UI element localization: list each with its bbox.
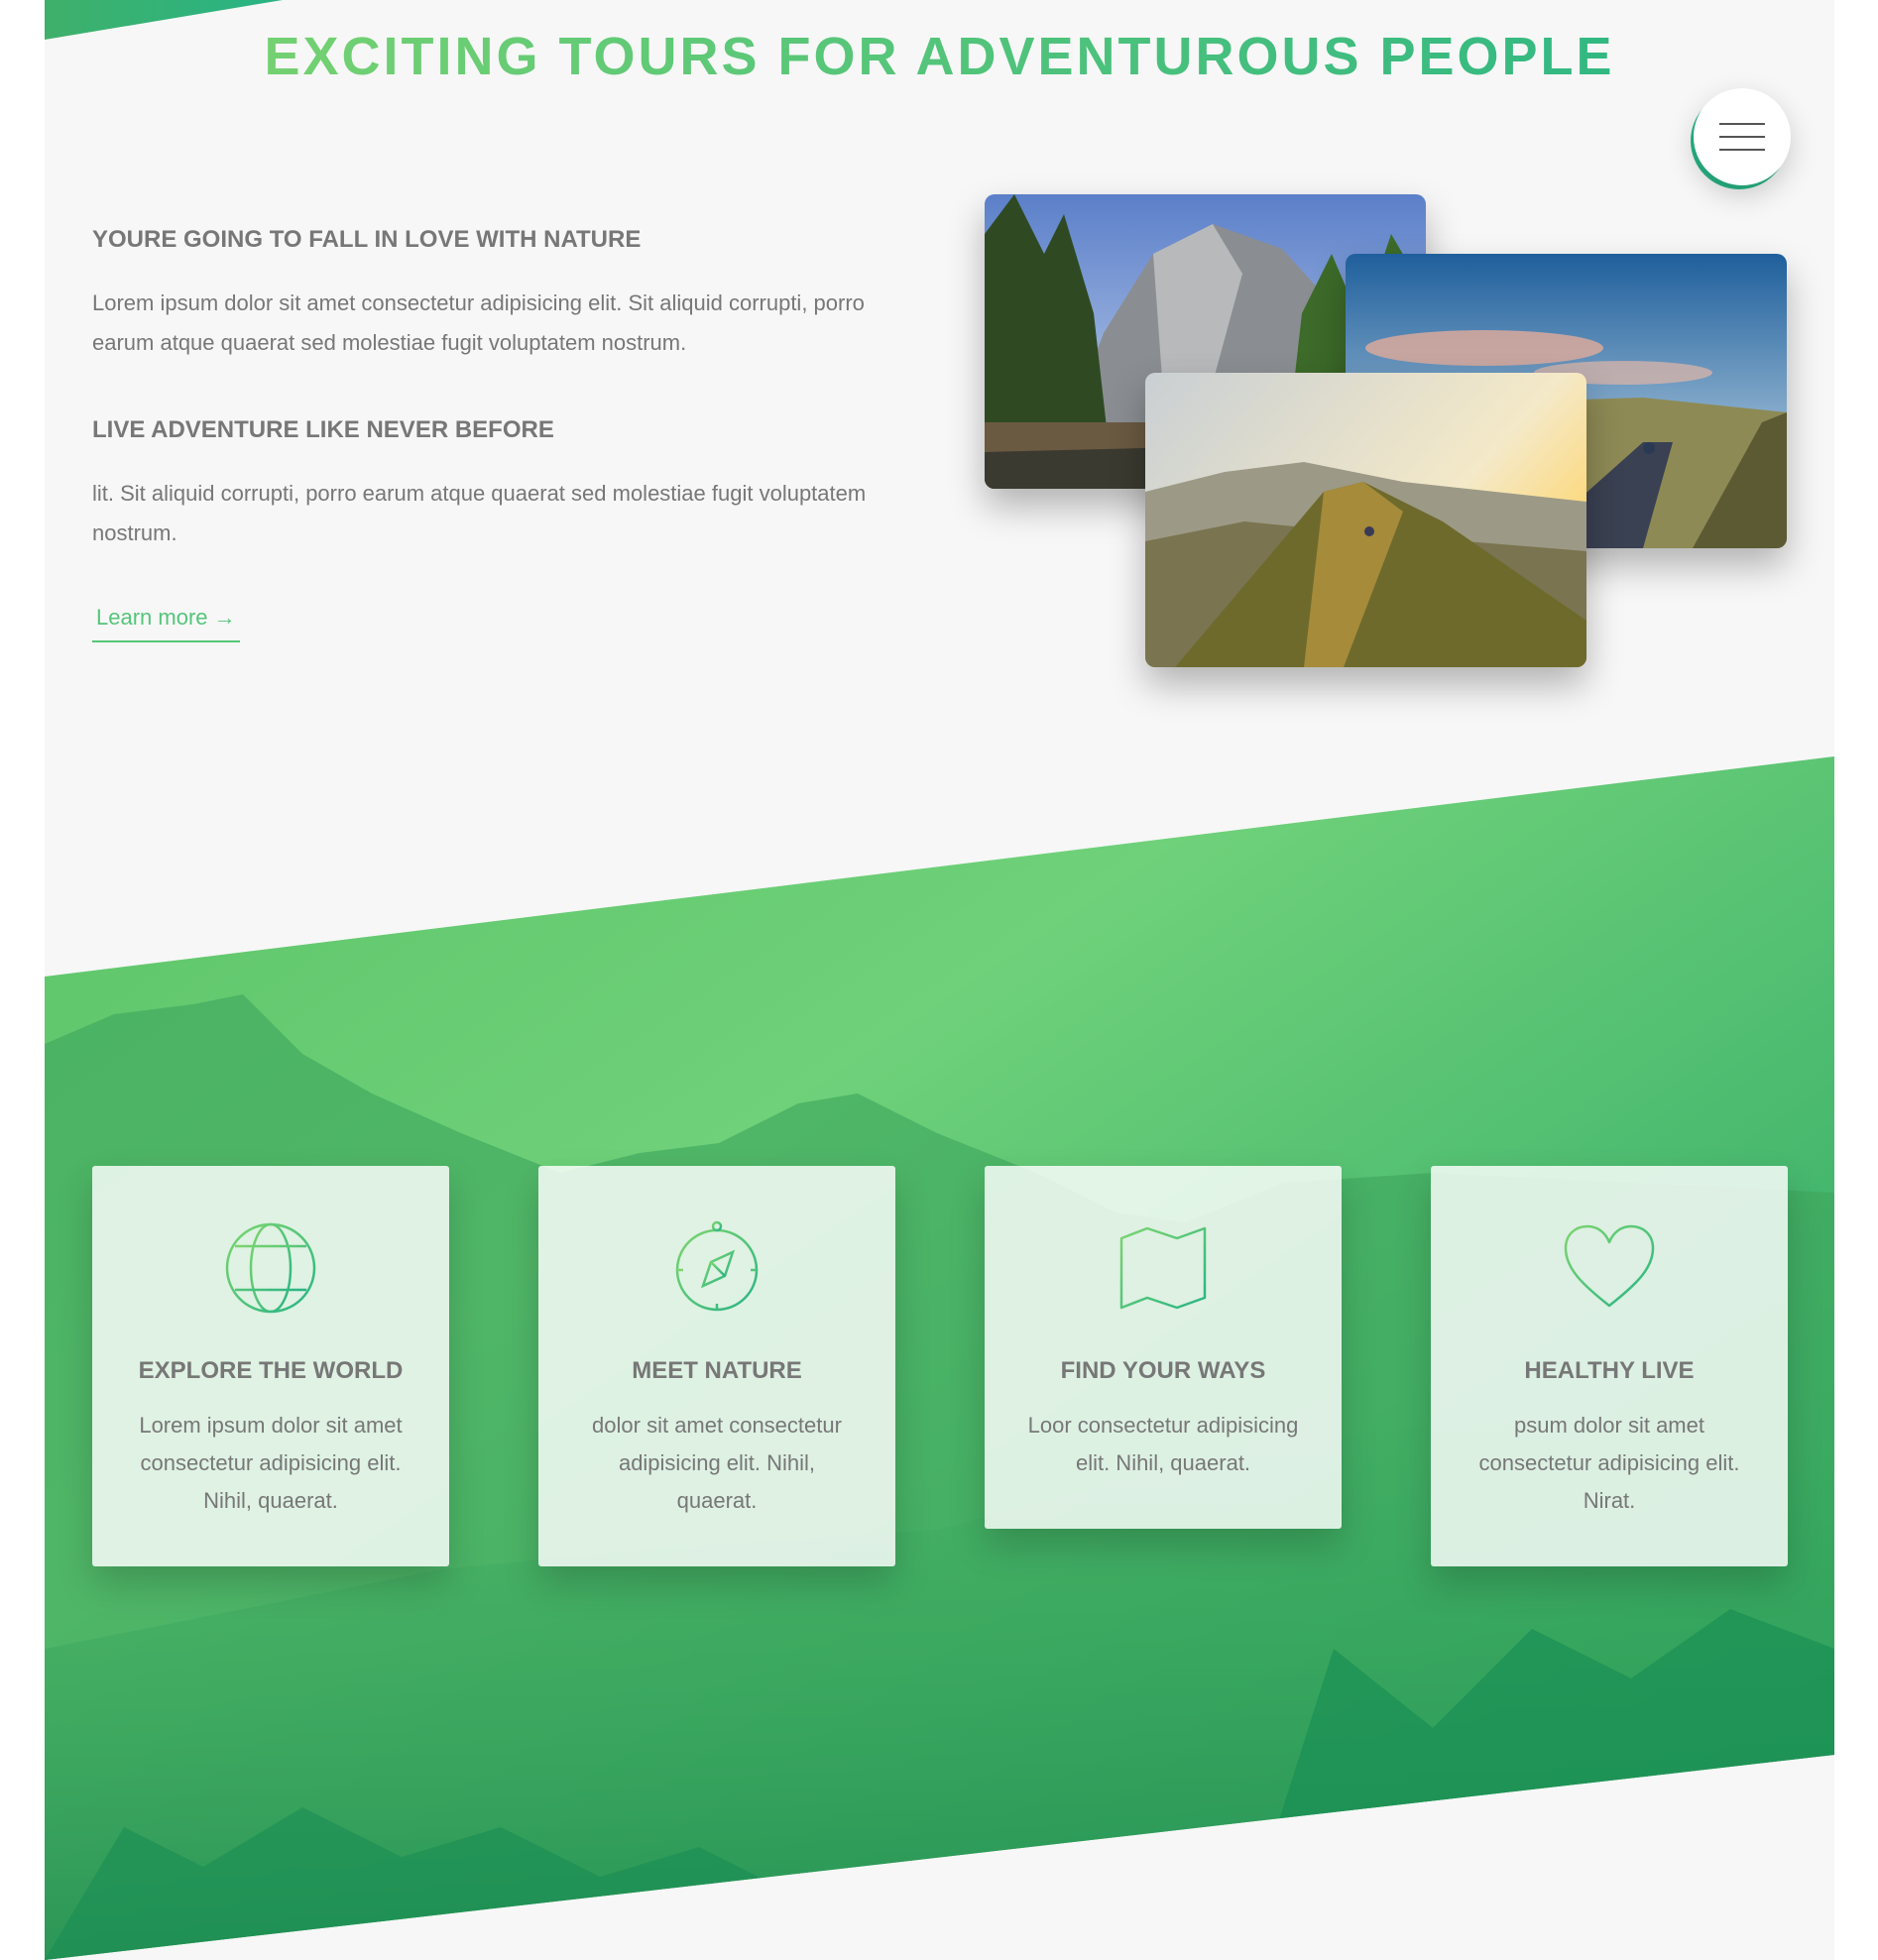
feature-card-healthy-live: HEALTHY LIVE psum dolor sit amet consect… — [1431, 1166, 1788, 1566]
feature-title: FIND YOUR WAYS — [1060, 1357, 1266, 1384]
page-title: EXCITING TOURS FOR ADVENTUROUS PEOPLE — [45, 26, 1834, 87]
heart-icon — [1564, 1224, 1655, 1308]
feature-text: dolor sit amet consectetur adipisicing e… — [592, 1413, 842, 1513]
menu-button[interactable] — [1694, 88, 1791, 185]
compass-icon — [675, 1220, 759, 1312]
feature-card-meet-nature: MEET NATURE dolor sit amet consectetur a… — [538, 1166, 895, 1566]
hamburger-menu-icon-line — [1719, 136, 1765, 138]
about-heading-1: YOURE GOING TO FALL IN LOVE WITH NATURE — [92, 226, 642, 253]
feature-title: EXPLORE THE WORLD — [138, 1357, 404, 1384]
page: EXCITING TOURS FOR ADVENTUROUS PEOPLE YO… — [45, 0, 1834, 1960]
about-heading-2: LIVE ADVENTURE LIKE NEVER BEFORE — [92, 416, 554, 443]
globe-icon — [225, 1222, 316, 1314]
feature-card-explore: EXPLORE THE WORLD Lorem ipsum dolor sit … — [92, 1166, 449, 1566]
about-section: YOURE GOING TO FALL IN LOVE WITH NATURE … — [92, 226, 925, 642]
feature-title: MEET NATURE — [632, 1357, 802, 1384]
features-section: EXPLORE THE WORLD Lorem ipsum dolor sit … — [45, 756, 1834, 1960]
feature-text: Lorem ipsum dolor sit amet consectetur a… — [139, 1413, 403, 1513]
about-text-2: lit. Sit aliquid corrupti, porro earum a… — [92, 481, 867, 545]
feature-title: HEALTHY LIVE — [1524, 1357, 1695, 1384]
hamburger-menu-icon-line — [1719, 149, 1765, 151]
map-icon — [1119, 1226, 1207, 1310]
about-text-1: Lorem ipsum dolor sit amet consectetur a… — [92, 290, 865, 355]
mountain-ridge-hiker-photo — [1145, 373, 1586, 667]
feature-text: Loor consectetur adipisicing elit. Nihil… — [1027, 1413, 1299, 1475]
learn-more-link[interactable]: Learn more → — [92, 603, 240, 642]
feature-text: psum dolor sit amet consectetur adipisic… — [1478, 1413, 1740, 1513]
feature-card-find-ways: FIND YOUR WAYS Loor consectetur adipisic… — [985, 1166, 1342, 1529]
hamburger-menu-icon — [1719, 123, 1765, 125]
